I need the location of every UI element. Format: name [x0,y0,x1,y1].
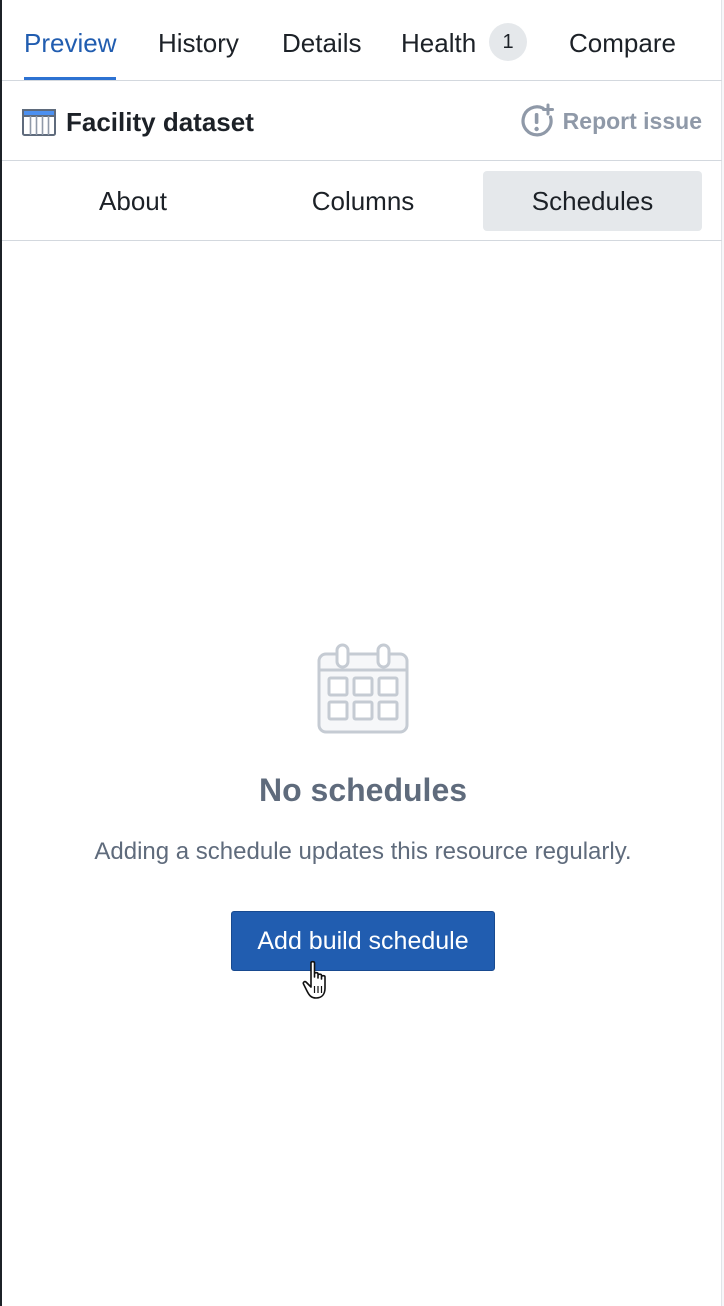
tab-compare-label: Compare [569,28,676,58]
tab-history[interactable]: History [158,0,239,80]
subtab-schedules-label: Schedules [531,186,654,216]
report-issue-button[interactable]: Report issue [519,81,702,161]
report-issue-icon [521,103,554,137]
table-icon [22,109,56,136]
health-count-badge: 1 [489,23,527,61]
add-build-schedule-label: Add build schedule [257,927,469,955]
tab-compare[interactable]: Compare [569,0,676,80]
pointer-cursor-icon [302,960,326,999]
dataset-side-panel: Preview History Details Health 1 Compare… [0,0,724,1306]
tab-details-label: Details [282,28,362,58]
subtab-about[interactable]: About [24,171,242,231]
subtab-columns[interactable]: Columns [254,171,472,231]
tab-history-label: History [158,28,239,58]
tab-preview[interactable]: Preview [24,0,117,80]
tab-health[interactable]: Health 1 [401,0,531,80]
dataset-header: Facility dataset Report issue [2,81,724,161]
add-build-schedule-button[interactable]: Add build schedule [231,911,495,971]
sub-tab-bar: About Columns Schedules [2,161,724,241]
top-tab-bar: Preview History Details Health 1 Compare [2,0,724,81]
subtab-columns-label: Columns [311,186,415,216]
subtab-schedules[interactable]: Schedules [483,171,702,231]
report-issue-label: Report issue [562,107,702,134]
tab-health-label: Health [401,28,477,58]
tab-preview-label: Preview [24,28,117,58]
empty-state-title: No schedules [258,772,468,808]
calendar-icon [317,643,409,734]
dataset-title: Facility dataset [66,107,254,137]
tab-details[interactable]: Details [282,0,361,80]
empty-state-description: Adding a schedule updates this resource … [94,838,632,865]
subtab-about-label: About [99,186,167,216]
